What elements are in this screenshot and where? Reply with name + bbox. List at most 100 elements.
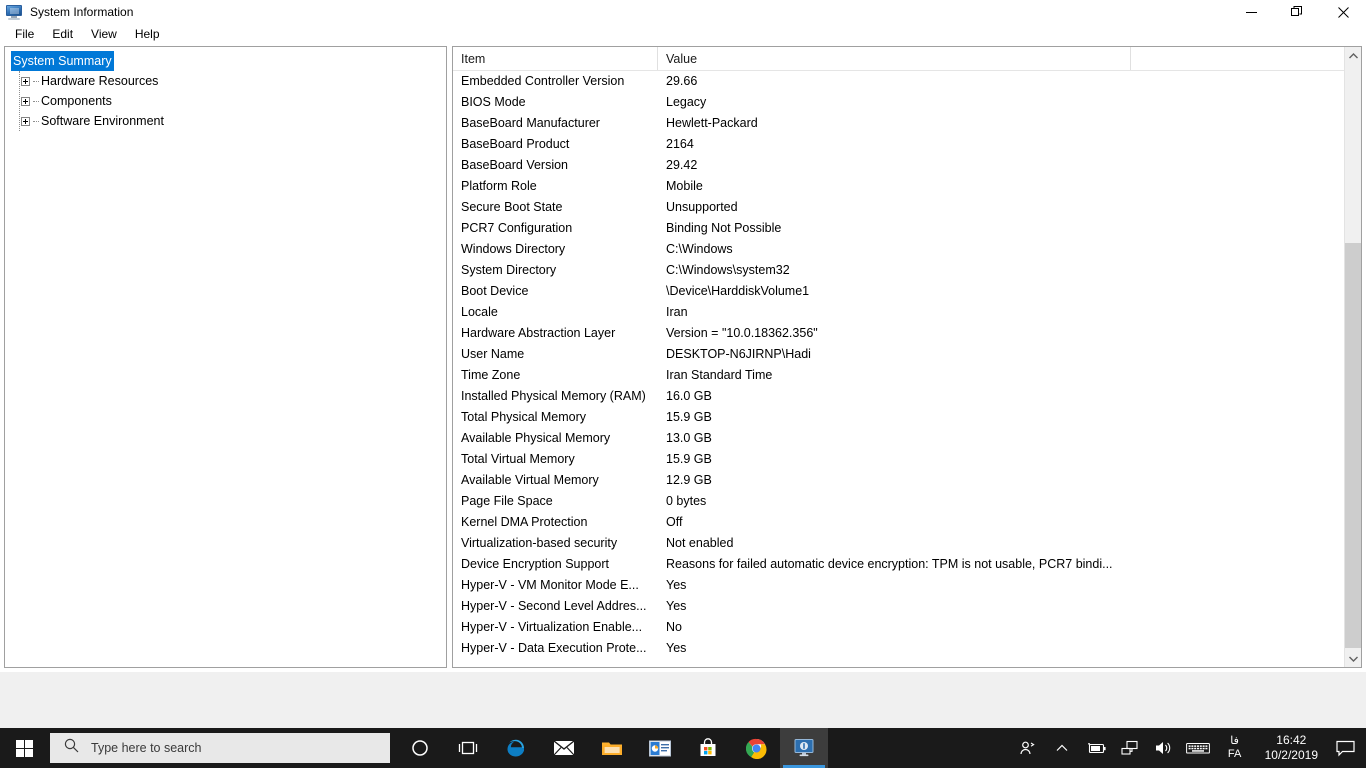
keyboard-icon[interactable] <box>1181 728 1215 768</box>
menu-help[interactable]: Help <box>126 25 169 44</box>
chevron-down-icon[interactable] <box>1345 650 1361 667</box>
table-row[interactable]: User Name DESKTOP-N6JIRNP\Hadi <box>453 344 1361 365</box>
row-value-cell: Reasons for failed automatic device encr… <box>666 557 1113 571</box>
row-item-cell: Total Physical Memory <box>461 410 587 424</box>
office-app-icon[interactable] <box>636 728 684 768</box>
action-center-icon[interactable] <box>1328 728 1362 768</box>
row-item-cell: Hyper-V - Virtualization Enable... <box>461 620 643 634</box>
language-indicator[interactable]: فا FA <box>1215 728 1255 768</box>
cortana-icon[interactable] <box>396 728 444 768</box>
start-button[interactable] <box>0 728 48 768</box>
row-item-cell: PCR7 Configuration <box>461 221 573 235</box>
file-explorer-icon[interactable] <box>588 728 636 768</box>
table-row[interactable]: BaseBoard Version 29.42 <box>453 155 1361 176</box>
row-value-cell: Legacy <box>666 95 707 109</box>
tree-item-components[interactable]: Components <box>15 91 446 111</box>
row-value-cell: Hewlett-Packard <box>666 116 758 130</box>
close-button[interactable] <box>1320 0 1366 24</box>
table-row[interactable]: Page File Space 0 bytes <box>453 491 1361 512</box>
table-row[interactable]: Hyper-V - Virtualization Enable... No <box>453 617 1361 638</box>
chevron-up-icon[interactable] <box>1045 728 1079 768</box>
row-item-cell: Available Virtual Memory <box>461 473 599 487</box>
table-row[interactable]: Hyper-V - VM Monitor Mode E... Yes <box>453 575 1361 596</box>
taskbar-search-box[interactable]: Type here to search <box>50 733 390 763</box>
row-item-cell: System Directory <box>461 263 557 277</box>
column-header-item[interactable]: Item <box>453 47 658 70</box>
system-information-icon[interactable] <box>780 728 828 768</box>
table-row[interactable]: Locale Iran <box>453 302 1361 323</box>
category-tree-pane: System Summary Hardware Resources Compon… <box>4 46 447 668</box>
table-row[interactable]: Hyper-V - Data Execution Prote... Yes <box>453 638 1361 659</box>
table-row[interactable]: Total Virtual Memory 15.9 GB <box>453 449 1361 470</box>
table-row[interactable]: Device Encryption Support Reasons for fai… <box>453 554 1361 575</box>
row-value-cell: Yes <box>666 599 687 613</box>
menu-edit[interactable]: Edit <box>43 25 82 44</box>
minimize-button[interactable] <box>1228 0 1274 24</box>
table-row[interactable]: Hyper-V - Second Level Addres... Yes <box>453 596 1361 617</box>
menu-view[interactable]: View <box>82 25 126 44</box>
table-row[interactable]: Kernel DMA Protection Off <box>453 512 1361 533</box>
row-item-cell: BaseBoard Product <box>461 137 570 151</box>
table-row[interactable]: System Directory C:\Windows\system32 <box>453 260 1361 281</box>
expand-icon[interactable] <box>21 116 30 126</box>
row-value-cell: Yes <box>666 578 687 592</box>
table-row[interactable]: Installed Physical Memory (RAM) 16.0 GB <box>453 386 1361 407</box>
chrome-icon[interactable] <box>732 728 780 768</box>
edge-icon[interactable] <box>492 728 540 768</box>
table-row[interactable]: Secure Boot State Unsupported <box>453 197 1361 218</box>
table-row[interactable]: Available Physical Memory 13.0 GB <box>453 428 1361 449</box>
table-row[interactable]: Windows Directory C:\Windows <box>453 239 1361 260</box>
row-value-cell: 29.66 <box>666 74 698 88</box>
restore-button[interactable] <box>1274 0 1320 24</box>
tree-item-label: Components <box>41 94 112 108</box>
row-value-cell: 13.0 GB <box>666 431 712 445</box>
table-row[interactable]: BaseBoard Product 2164 <box>453 134 1361 155</box>
details-list-pane: Item Value Embedded Controller Version 29… <box>452 46 1362 668</box>
network-icon[interactable] <box>1113 728 1147 768</box>
column-header-value[interactable]: Value <box>658 47 1131 70</box>
table-row[interactable]: Available Virtual Memory 12.9 GB <box>453 470 1361 491</box>
task-view-icon[interactable] <box>444 728 492 768</box>
row-value-cell: Not enabled <box>666 536 734 550</box>
table-row[interactable]: Hardware Abstraction Layer Version = "10.… <box>453 323 1361 344</box>
row-value-cell: DESKTOP-N6JIRNP\Hadi <box>666 347 811 361</box>
table-row[interactable]: Time Zone Iran Standard Time <box>453 365 1361 386</box>
table-row[interactable]: BaseBoard Manufacturer Hewlett-Packard <box>453 113 1361 134</box>
table-row[interactable]: Platform Role Mobile <box>453 176 1361 197</box>
row-item-cell: Platform Role <box>461 179 537 193</box>
tree-connector <box>33 100 39 102</box>
tree-item-software-environment[interactable]: Software Environment <box>15 111 446 131</box>
menu-file[interactable]: File <box>6 25 43 44</box>
row-item-cell: Kernel DMA Protection <box>461 515 588 529</box>
microsoft-store-icon[interactable] <box>684 728 732 768</box>
language-native: فا <box>1230 735 1239 747</box>
tree-item-system-summary[interactable]: System Summary <box>5 51 446 71</box>
column-header-extra[interactable] <box>1131 47 1345 70</box>
table-row[interactable]: Embedded Controller Version 29.66 <box>453 71 1361 92</box>
row-value-cell: 29.42 <box>666 158 698 172</box>
table-row[interactable]: PCR7 Configuration Binding Not Possible <box>453 218 1361 239</box>
chevron-up-icon[interactable] <box>1345 47 1361 64</box>
table-row[interactable]: Virtualization-based security Not enabled <box>453 533 1361 554</box>
people-icon[interactable] <box>1011 728 1045 768</box>
mail-icon[interactable] <box>540 728 588 768</box>
expand-icon[interactable] <box>21 96 30 106</box>
tree-item-label: Hardware Resources <box>41 74 159 88</box>
table-row[interactable]: Boot Device \Device\HarddiskVolume1 <box>453 281 1361 302</box>
tree-item-hardware-resources[interactable]: Hardware Resources <box>15 71 446 91</box>
clock[interactable]: 16:42 10/2/2019 <box>1255 728 1328 768</box>
language-code: FA <box>1227 748 1242 760</box>
expand-icon[interactable] <box>21 76 30 86</box>
row-value-cell: No <box>666 620 682 634</box>
table-row[interactable]: Total Physical Memory 15.9 GB <box>453 407 1361 428</box>
volume-icon[interactable] <box>1147 728 1181 768</box>
window-controls <box>1228 0 1366 24</box>
find-bar: Find what: Find Close Find Search select… <box>0 672 1366 728</box>
battery-charging-icon[interactable] <box>1079 728 1113 768</box>
table-row[interactable]: BIOS Mode Legacy <box>453 92 1361 113</box>
taskbar-apps <box>396 728 828 768</box>
list-scrollbar[interactable] <box>1344 47 1361 667</box>
tree-children: Hardware Resources Components Software E… <box>5 71 446 131</box>
scrollbar-thumb[interactable] <box>1345 243 1361 648</box>
row-item-cell: Available Physical Memory <box>461 431 611 445</box>
